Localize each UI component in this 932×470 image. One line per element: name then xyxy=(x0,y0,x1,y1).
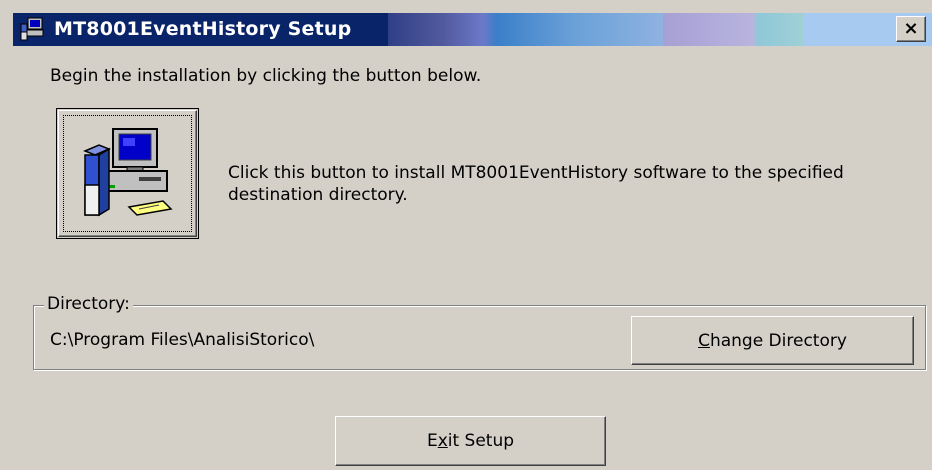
exit-setup-label-start: E xyxy=(426,431,438,451)
setup-computer-icon[interactable] xyxy=(19,16,47,42)
exit-setup-label-end: it Setup xyxy=(447,431,515,451)
install-description: Click this button to install MT8001Event… xyxy=(228,162,844,206)
directory-group-label: Directory: xyxy=(44,294,133,314)
computer-install-icon xyxy=(83,128,173,217)
instruction-text: Begin the installation by clicking the b… xyxy=(50,66,482,86)
change-directory-button[interactable]: Change Directory xyxy=(631,316,914,365)
close-icon: × xyxy=(903,18,919,39)
exit-setup-button[interactable]: Ex it Setup xyxy=(335,416,606,466)
install-button[interactable] xyxy=(56,108,199,239)
directory-path: C:\Program Files\AnalisiStorico\ xyxy=(50,330,315,350)
exit-setup-accel: x xyxy=(437,431,448,451)
change-directory-accel: C xyxy=(698,330,710,351)
window-title: MT8001EventHistory Setup xyxy=(54,18,352,40)
install-description-line-1: Click this button to install MT8001Event… xyxy=(228,163,844,183)
change-directory-label: hange Directory xyxy=(709,330,847,351)
close-button[interactable]: × xyxy=(896,16,926,42)
install-description-line-2: destination directory. xyxy=(228,185,408,205)
